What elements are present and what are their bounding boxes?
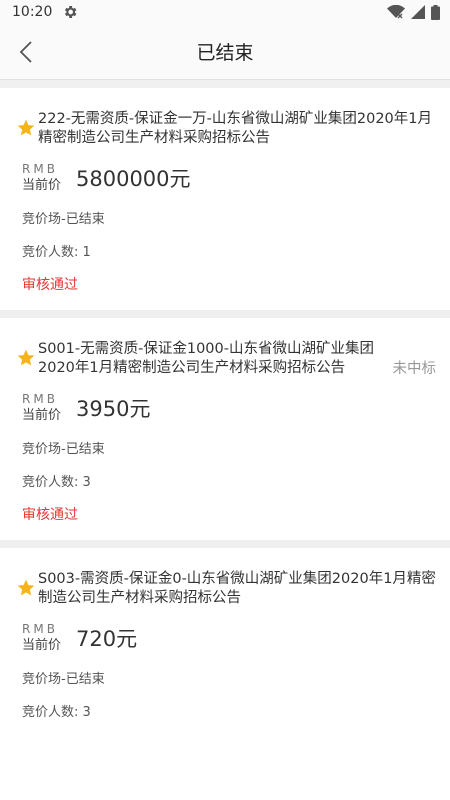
card-title: S001-无需资质-保证金1000-山东省微山湖矿业集团2020年1月精密制造公… [38,341,374,376]
navigation-bar: 已结束 [0,24,450,80]
currency-label: RMB [22,622,58,636]
current-price-label: 当前价 [22,638,62,653]
review-status: 审核通过 [22,507,78,523]
battery-icon [431,4,440,20]
card-separator [0,310,450,318]
current-price: 3950元 [76,397,151,421]
card-title: 222-无需资质-保证金一万-山东省微山湖矿业集团2020年1月精密制造公司生产… [38,111,432,146]
chevron-left-icon [19,41,32,63]
card-separator [0,540,450,548]
star-icon [17,579,35,596]
review-status: 审核通过 [22,277,78,293]
venue-status: 竞价场-已结束 [22,212,105,227]
bidder-count: 竞价人数: 1 [22,245,91,260]
venue-status: 竞价场-已结束 [22,672,105,687]
result-badge: 未中标 [392,361,437,377]
bidder-count: 竞价人数: 3 [22,475,91,490]
clock: 10:20 [12,4,53,20]
card-title: S003-需资质-保证金0-山东省微山湖矿业集团2020年1月精密制造公司生产材… [38,571,436,606]
list-top-gap [0,80,450,88]
current-price: 720元 [76,627,138,651]
auction-card[interactable]: S001-无需资质-保证金1000-山东省微山湖矿业集团2020年1月精密制造公… [0,318,450,540]
auction-card[interactable]: 222-无需资质-保证金一万-山东省微山湖矿业集团2020年1月精密制造公司生产… [0,88,450,310]
cellular-signal-icon [411,5,425,19]
current-price: 5800000元 [76,167,191,191]
wifi-icon [387,5,405,19]
currency-label: RMB [22,162,58,176]
star-icon [17,119,35,136]
auction-card[interactable]: S003-需资质-保证金0-山东省微山湖矿业集团2020年1月精密制造公司生产材… [0,548,450,736]
star-icon [17,349,35,366]
currency-label: RMB [22,392,58,406]
settings-gear-icon [65,6,77,18]
bidder-count: 竞价人数: 3 [22,705,91,720]
current-price-label: 当前价 [22,178,62,193]
venue-status: 竞价场-已结束 [22,442,105,457]
back-button[interactable] [8,24,44,80]
page-title: 已结束 [196,42,254,64]
current-price-label: 当前价 [22,408,62,423]
status-bar: 10:20 [0,0,450,24]
